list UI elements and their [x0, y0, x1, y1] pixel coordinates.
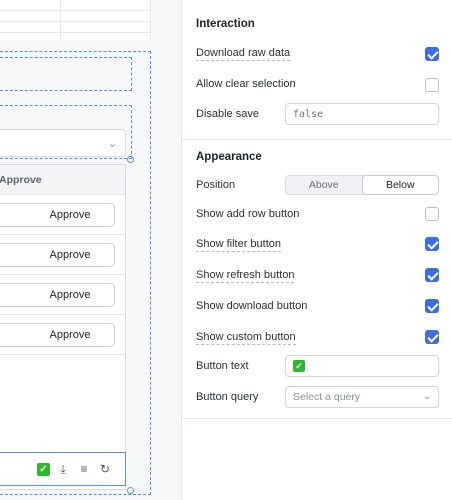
approve-button[interactable]: Approve — [0, 203, 115, 227]
show-refresh-button-checkbox[interactable] — [425, 268, 439, 282]
table-row[interactable]: Approve — [0, 195, 125, 235]
text-component-placeholder[interactable] — [0, 57, 132, 91]
allow-clear-selection-checkbox[interactable] — [425, 78, 439, 92]
filter-icon[interactable]: ≡ — [76, 461, 92, 477]
table-toolbar: ✓ ⤓ ≡ ↻ — [0, 452, 126, 486]
section-title-interaction: Interaction — [196, 18, 255, 30]
allow-clear-selection-label: Allow clear selection — [196, 78, 296, 90]
approve-button[interactable]: Approve — [0, 323, 115, 347]
button-query-placeholder: Select a query — [293, 391, 361, 403]
download-icon[interactable]: ⤓ — [55, 461, 71, 477]
resize-handle[interactable] — [127, 487, 134, 494]
table-row[interactable]: Approve — [0, 235, 125, 275]
show-filter-button-label: Show filter button — [196, 238, 281, 252]
disable-save-value: false — [293, 108, 324, 120]
data-table: Approve Approve Approve Approve Approve — [0, 164, 126, 490]
show-filter-button-checkbox[interactable] — [425, 237, 439, 251]
position-option-above[interactable]: Above — [286, 176, 362, 194]
column-header-label: Approve — [0, 173, 42, 186]
show-download-button-label: Show download button — [196, 300, 308, 312]
button-text-input[interactable]: ✓ — [285, 355, 439, 377]
button-query-label: Button query — [196, 391, 259, 403]
button-text-label: Button text — [196, 360, 249, 372]
button-query-select[interactable]: Select a query ⌄ — [285, 386, 439, 408]
disable-save-input[interactable]: false — [285, 103, 439, 125]
download-raw-data-label: Download raw data — [196, 47, 291, 61]
position-label: Position — [196, 179, 236, 191]
show-custom-button-label: Show custom button — [196, 331, 296, 345]
show-refresh-button-label: Show refresh button — [196, 269, 295, 283]
section-title-appearance: Appearance — [196, 151, 262, 163]
download-raw-data-checkbox[interactable] — [425, 47, 439, 61]
section-divider — [182, 418, 452, 419]
checkmark-emoji-icon: ✓ — [293, 360, 305, 372]
show-download-button-checkbox[interactable] — [425, 299, 439, 313]
show-add-row-button-checkbox[interactable] — [425, 207, 439, 221]
position-segmented-control: Above Below — [285, 175, 439, 195]
approve-button[interactable]: Approve — [0, 283, 115, 307]
table-row[interactable]: Approve — [0, 315, 125, 355]
position-option-below[interactable]: Below — [361, 175, 439, 195]
app-canvas: ⌄ Approve Approve Approve Approve Approv… — [0, 0, 182, 500]
show-custom-button-checkbox[interactable] — [425, 330, 439, 344]
table-row[interactable]: Approve — [0, 275, 125, 315]
section-divider — [182, 139, 452, 140]
spreadsheet-grid-background — [0, 0, 151, 40]
chevron-down-icon: ⌄ — [422, 391, 431, 402]
chevron-down-icon: ⌄ — [107, 138, 117, 150]
table-column-header[interactable]: Approve — [0, 165, 125, 195]
refresh-icon[interactable]: ↻ — [97, 461, 113, 477]
disable-save-label: Disable save — [196, 108, 259, 120]
custom-button-checkmark-icon[interactable]: ✓ — [37, 462, 50, 476]
approve-button[interactable]: Approve — [0, 243, 115, 267]
table-filter-select[interactable]: ⌄ — [0, 129, 126, 157]
inspector-panel: Interaction Download raw data Allow clea… — [182, 0, 452, 500]
show-add-row-button-label: Show add row button — [196, 208, 300, 220]
